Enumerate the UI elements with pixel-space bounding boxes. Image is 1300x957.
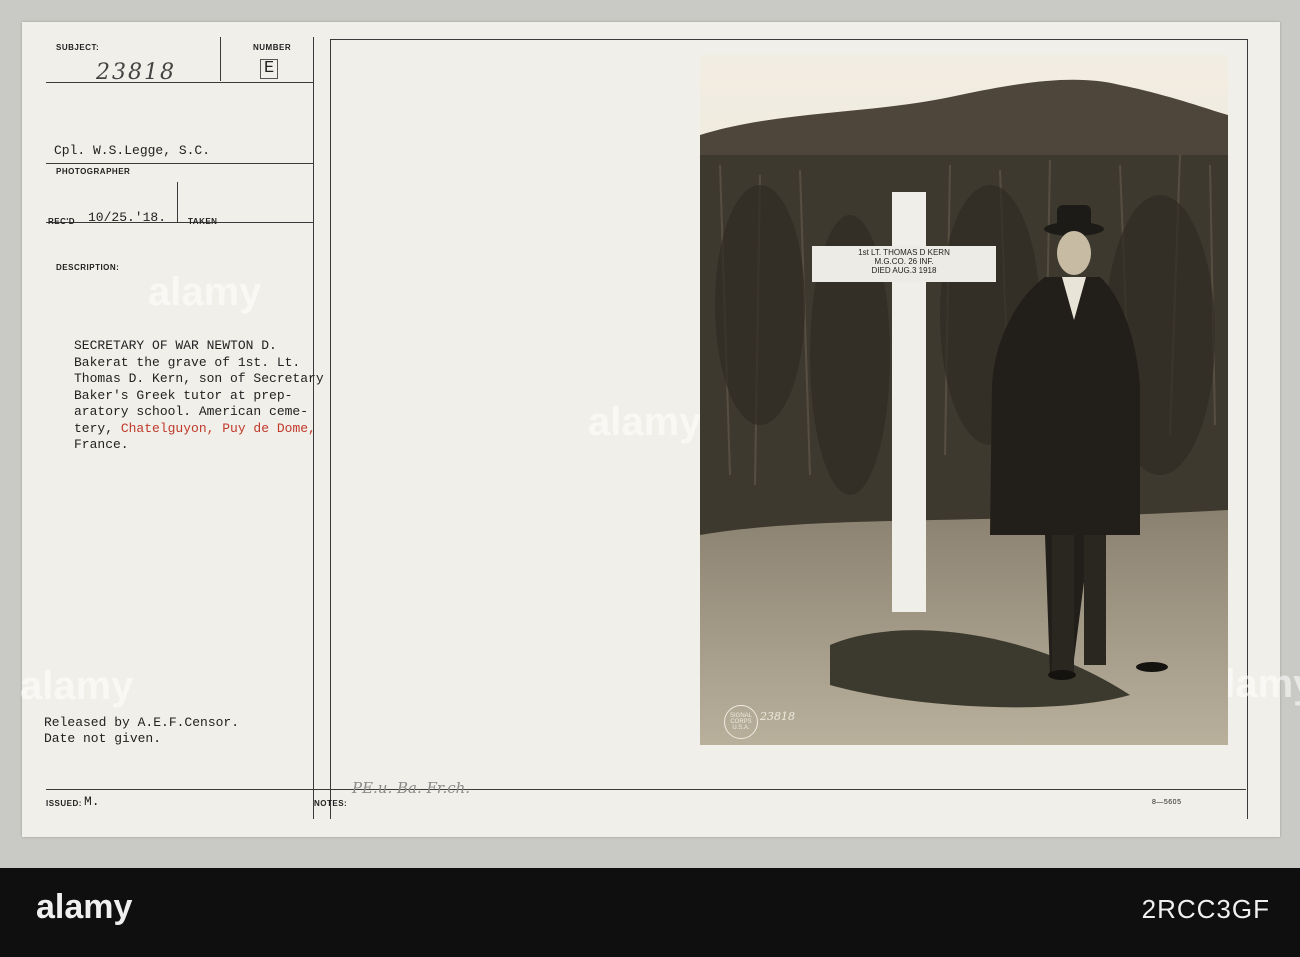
desc-line-6-prefix: tery, <box>74 420 121 436</box>
recd-value: 10/25.'18. <box>88 210 167 225</box>
subject-value: 23818 <box>96 60 176 85</box>
issued-label: ISSUED: <box>46 799 82 808</box>
photographer-label: PHOTOGRAPHER <box>56 167 131 176</box>
photographer-underline <box>46 163 314 164</box>
taken-label: TAKEN <box>188 217 218 226</box>
photo-frame-top <box>330 39 1248 40</box>
sign-line-1: 1st LT. THOMAS D KERN <box>858 248 950 257</box>
desc-line-1: SECRETARY OF WAR NEWTON D. <box>74 338 277 353</box>
number-label: NUMBER <box>253 43 292 52</box>
stock-id-stripe: alamy 2RCC3GF <box>0 868 1300 957</box>
desc-line-7: France. <box>74 437 129 452</box>
notes-handwriting: PE.u. Ba. Fr.ch. <box>352 779 471 797</box>
release-note: Released by A.E.F.Censor. Date not given… <box>44 715 239 747</box>
archival-photograph: 1st LT. THOMAS D KERN M.G.CO. 26 INF. DI… <box>700 55 1228 745</box>
subject-underline <box>46 82 314 83</box>
notes-label: NOTES: <box>314 799 348 808</box>
photographer-value: Cpl. W.S.Legge, S.C. <box>54 143 211 158</box>
subject-label: SUBJECT: <box>56 43 100 52</box>
footer-top-line <box>46 789 1246 790</box>
location-highlight: Chatelguyon, Puy de Dome, <box>120 420 316 436</box>
desc-line-3: Thomas D. Kern, son of Secretary <box>74 371 324 386</box>
recd-label: REC'D <box>48 217 76 226</box>
stock-image-id: 2RCC3GF <box>1141 894 1270 924</box>
description-text: SECRETARY OF WAR NEWTON D. Bakerat the g… <box>74 338 374 454</box>
release-line-2: Date not given. <box>44 731 162 746</box>
desc-line-5: aratory school. American ceme- <box>74 404 309 419</box>
description-label: DESCRIPTION: <box>56 263 120 272</box>
form-number: 8—5605 <box>1152 799 1182 806</box>
number-divider <box>220 37 221 81</box>
alamy-watermark-center: alamy <box>588 400 702 444</box>
alamy-watermark-lower: alamy <box>20 664 134 708</box>
release-line-1: Released by A.E.F.Censor. <box>44 715 240 730</box>
archive-card: SUBJECT: 23818 NUMBER E Cpl. W.S.Legge, … <box>20 22 1300 837</box>
sign-line-3: DIED AUG.3 1918 <box>871 266 937 275</box>
alamy-logo: alamy <box>36 888 133 926</box>
grave-marker-sign: 1st LT. THOMAS D KERN M.G.CO. 26 INF. DI… <box>812 246 996 282</box>
alamy-watermark-left: alamy <box>148 270 262 314</box>
issued-value: M. <box>84 794 100 809</box>
signal-corps-stamp: SIGNAL CORPS U.S.A. <box>724 705 758 739</box>
recd-divider <box>177 182 178 222</box>
photo-scene <box>700 55 1228 745</box>
desc-line-6: tery, Chatelguyon, Puy de Dome, <box>74 421 374 438</box>
desc-line-2: Bakerat the grave of 1st. Lt. <box>74 354 301 370</box>
stamp-number: 23818 <box>760 710 795 723</box>
recd-underline <box>46 222 314 223</box>
desc-line-4: Baker's Greek tutor at prep- <box>74 387 293 403</box>
sign-line-2: M.G.CO. 26 INF. <box>874 257 934 266</box>
number-value: E <box>260 59 279 79</box>
